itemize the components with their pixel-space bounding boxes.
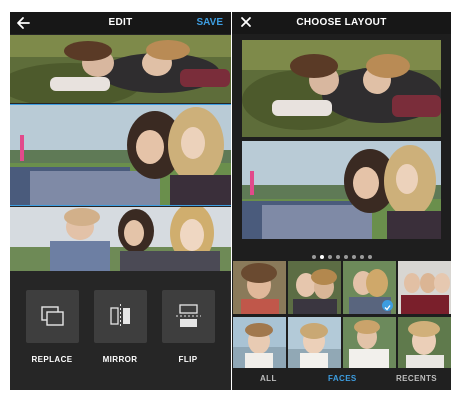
tab-recents[interactable]: RECENTS — [396, 374, 437, 383]
tab-all[interactable]: ALL — [260, 374, 277, 383]
layout-title: CHOOSE LAYOUT — [296, 17, 387, 28]
save-button[interactable]: SAVE — [197, 17, 224, 28]
flip-label: FLIP — [178, 355, 198, 364]
mirror-icon — [110, 304, 130, 328]
layout-top-bar: CHOOSE LAYOUT — [232, 12, 451, 34]
layout-preview-photo-bottom — [242, 141, 441, 239]
edit-screen: EDIT SAVE REPLACE MIRROR FLIP — [10, 12, 231, 390]
edit-top-bar: EDIT SAVE — [10, 12, 231, 34]
page-dot[interactable] — [367, 254, 372, 259]
photo-thumbnail[interactable] — [398, 317, 451, 370]
flip-button[interactable] — [162, 290, 215, 343]
photo-thumbnail[interactable] — [398, 261, 451, 314]
page-dot[interactable] — [327, 254, 332, 259]
flip-icon — [176, 304, 201, 327]
layout-page-indicator — [232, 248, 451, 259]
mirror-button[interactable] — [94, 290, 147, 343]
photo-thumbnail-selected[interactable] — [343, 261, 396, 314]
mirror-label: MIRROR — [102, 355, 138, 364]
collage-photo-top[interactable] — [10, 35, 231, 103]
replace-button[interactable] — [26, 290, 79, 343]
collage-photo-bottom[interactable] — [10, 207, 231, 271]
page-dot[interactable] — [319, 254, 324, 259]
photo-source-tabs: ALL FACES RECENTS — [232, 368, 451, 390]
photo-thumbnail[interactable] — [288, 261, 341, 314]
layout-preview-photo-top — [242, 40, 441, 137]
checkmark-icon — [382, 300, 393, 311]
choose-layout-screen: CHOOSE LAYOUT ALL FACES RECENTS — [232, 12, 451, 390]
replace-icon — [41, 306, 64, 326]
photo-thumbnail[interactable] — [233, 261, 286, 314]
page-dot[interactable] — [359, 254, 364, 259]
collage-photo-middle[interactable] — [10, 104, 231, 206]
replace-label: REPLACE — [31, 355, 73, 364]
page-dot[interactable] — [343, 254, 348, 259]
photo-thumbnail[interactable] — [288, 317, 341, 370]
page-dot[interactable] — [335, 254, 340, 259]
photo-thumbnail[interactable] — [343, 317, 396, 370]
photo-thumbnail[interactable] — [233, 317, 286, 370]
tab-faces[interactable]: FACES — [328, 374, 357, 383]
page-dot[interactable] — [311, 254, 316, 259]
page-dot[interactable] — [351, 254, 356, 259]
